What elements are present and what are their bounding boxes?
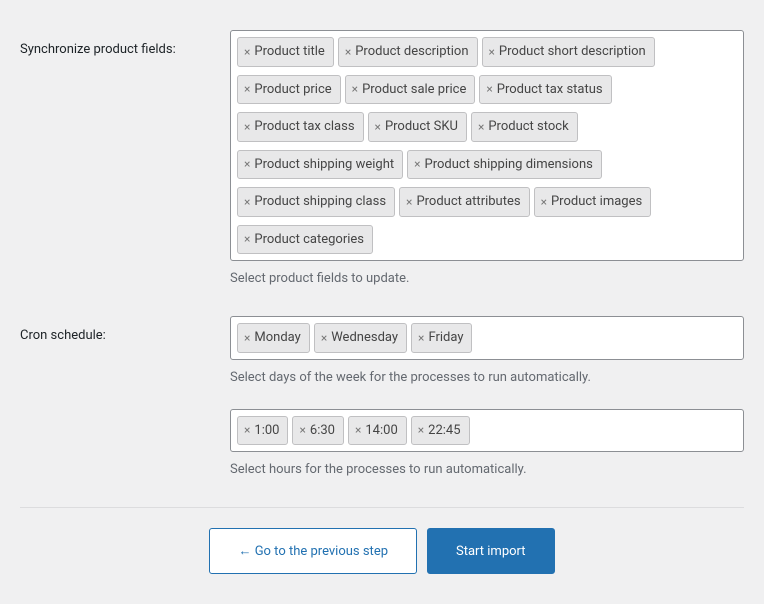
cron-schedule-label: Cron schedule:: [20, 316, 230, 343]
tag-item[interactable]: × 22:45: [411, 416, 470, 446]
remove-tag-icon[interactable]: ×: [244, 332, 250, 344]
tag-item[interactable]: × Product SKU: [368, 112, 467, 142]
cron-days-tagbox[interactable]: × Monday × Wednesday × Friday: [230, 316, 744, 360]
tag-item[interactable]: × Product attributes: [399, 187, 530, 217]
cron-hours-tagbox[interactable]: × 1:00 × 6:30 × 14:00 × 22:45: [230, 409, 744, 453]
remove-tag-icon[interactable]: ×: [244, 121, 250, 133]
tag-label: Product attributes: [416, 192, 520, 212]
remove-tag-icon[interactable]: ×: [541, 196, 547, 208]
tag-item[interactable]: × Product price: [237, 75, 341, 105]
sync-fields-label: Synchronize product fields:: [20, 30, 230, 57]
tag-item[interactable]: × Product short description: [482, 37, 655, 67]
remove-tag-icon[interactable]: ×: [486, 83, 492, 95]
cron-days-helper: Select days of the week for the processe…: [230, 370, 744, 385]
tag-label: Wednesday: [331, 328, 398, 348]
remove-tag-icon[interactable]: ×: [418, 424, 424, 436]
remove-tag-icon[interactable]: ×: [478, 121, 484, 133]
cron-hours-helper: Select hours for the processes to run au…: [230, 462, 744, 477]
remove-tag-icon[interactable]: ×: [244, 424, 250, 436]
tag-item[interactable]: × 6:30: [292, 416, 343, 446]
tag-label: 22:45: [428, 421, 460, 441]
remove-tag-icon[interactable]: ×: [406, 196, 412, 208]
tag-label: 1:00: [254, 421, 279, 441]
remove-tag-icon[interactable]: ×: [244, 158, 250, 170]
tag-label: 6:30: [310, 421, 335, 441]
remove-tag-icon[interactable]: ×: [418, 332, 424, 344]
tag-label: Product tax status: [497, 80, 603, 100]
tag-item[interactable]: × Product sale price: [345, 75, 476, 105]
tag-label: Monday: [254, 328, 300, 348]
remove-tag-icon[interactable]: ×: [244, 233, 250, 245]
start-import-button[interactable]: Start import: [427, 528, 555, 574]
tag-label: Product SKU: [385, 117, 458, 137]
tag-label: Product categories: [254, 230, 364, 250]
tag-item[interactable]: × Product description: [338, 37, 478, 67]
tag-item[interactable]: × Product tax class: [237, 112, 364, 142]
tag-item[interactable]: × Product categories: [237, 225, 373, 255]
remove-tag-icon[interactable]: ×: [375, 121, 381, 133]
tag-item[interactable]: × Product shipping weight: [237, 150, 403, 180]
remove-tag-icon[interactable]: ×: [489, 46, 495, 58]
tag-label: Product shipping weight: [254, 155, 394, 175]
tag-label: Product images: [551, 192, 642, 212]
tag-label: Product tax class: [254, 117, 354, 137]
tag-item[interactable]: × Product tax status: [479, 75, 611, 105]
remove-tag-icon[interactable]: ×: [345, 46, 351, 58]
remove-tag-icon[interactable]: ×: [244, 46, 250, 58]
tag-item[interactable]: × 14:00: [348, 416, 407, 446]
remove-tag-icon[interactable]: ×: [299, 424, 305, 436]
tag-item[interactable]: × Product stock: [471, 112, 578, 142]
tag-item[interactable]: × Product shipping class: [237, 187, 395, 217]
remove-tag-icon[interactable]: ×: [355, 424, 361, 436]
tag-label: Product sale price: [362, 80, 466, 100]
cron-schedule-row: Cron schedule: × Monday × Wednesday × Friday …: [20, 316, 744, 477]
remove-tag-icon[interactable]: ×: [414, 158, 420, 170]
tag-item[interactable]: × Monday: [237, 323, 310, 353]
sync-fields-row: Synchronize product fields: × Product tit…: [20, 30, 744, 286]
tag-label: Product shipping class: [254, 192, 386, 212]
cron-schedule-content: × Monday × Wednesday × Friday Select days of …: [230, 316, 744, 477]
tag-label: Product description: [355, 42, 468, 62]
tag-label: Friday: [428, 328, 463, 348]
tag-item[interactable]: × Friday: [411, 323, 472, 353]
sync-fields-content: × Product title × Product description × Produ…: [230, 30, 744, 286]
tag-label: Product price: [254, 80, 331, 100]
tag-label: Product shipping dimensions: [425, 155, 593, 175]
remove-tag-icon[interactable]: ×: [352, 83, 358, 95]
tag-label: Product short description: [499, 42, 646, 62]
previous-step-button[interactable]: ← Go to the previous step: [209, 528, 417, 574]
tag-item[interactable]: × Wednesday: [314, 323, 407, 353]
remove-tag-icon[interactable]: ×: [244, 83, 250, 95]
button-row: ← Go to the previous step Start import: [20, 528, 744, 574]
tag-label: Product title: [254, 42, 324, 62]
tag-label: Product stock: [488, 117, 568, 137]
tag-item[interactable]: × Product shipping dimensions: [407, 150, 602, 180]
tag-item[interactable]: × Product images: [534, 187, 652, 217]
divider: [20, 507, 744, 508]
tag-item[interactable]: × 1:00: [237, 416, 288, 446]
sync-fields-helper: Select product fields to update.: [230, 271, 744, 286]
sync-fields-tagbox[interactable]: × Product title × Product description × Produ…: [230, 30, 744, 261]
tag-label: 14:00: [365, 421, 397, 441]
tag-item[interactable]: × Product title: [237, 37, 334, 67]
remove-tag-icon[interactable]: ×: [244, 196, 250, 208]
remove-tag-icon[interactable]: ×: [321, 332, 327, 344]
